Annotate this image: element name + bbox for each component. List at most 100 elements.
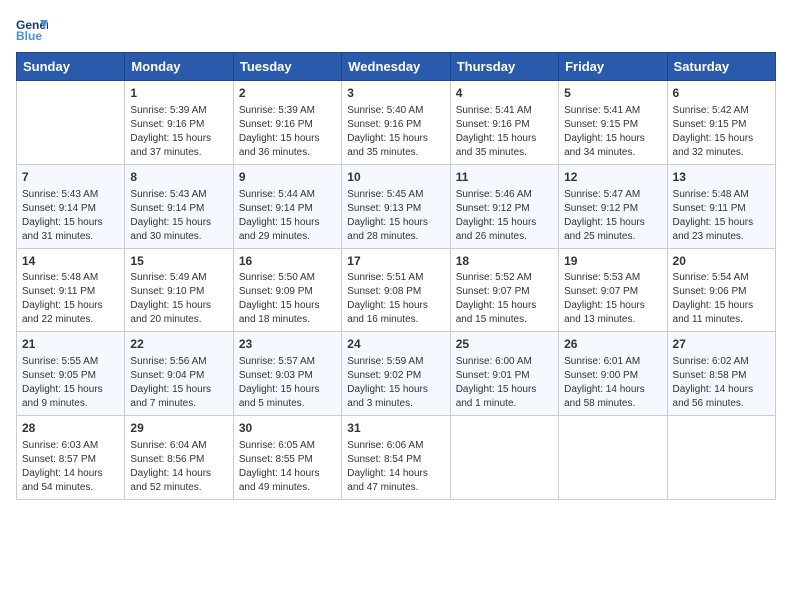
cell-info: Sunrise: 6:04 AM Sunset: 8:56 PM Dayligh…	[130, 439, 227, 495]
calendar-cell: 2 Sunrise: 5:39 AM Sunset: 9:16 PM Daylig…	[233, 81, 341, 165]
cell-info: Sunrise: 5:41 AM Sunset: 9:16 PM Dayligh…	[456, 104, 553, 160]
calendar-cell: 13 Sunrise: 5:48 AM Sunset: 9:11 PM Dayli…	[667, 164, 775, 248]
day-number: 1	[130, 85, 227, 102]
calendar-cell: 6Sunrise: 5:42 AM Sunset: 9:15 PM Daylig…	[667, 81, 775, 165]
day-number: 18	[456, 253, 553, 270]
calendar-cell: 24 Sunrise: 5:59 AM Sunset: 9:02 PM Dayli…	[342, 332, 450, 416]
cell-info: Sunrise: 5:53 AM Sunset: 9:07 PM Dayligh…	[564, 271, 661, 327]
calendar-cell: 23 Sunrise: 5:57 AM Sunset: 9:03 PM Dayli…	[233, 332, 341, 416]
calendar-cell: 19Sunrise: 5:53 AM Sunset: 9:07 PM Dayli…	[559, 248, 667, 332]
calendar-cell: 8Sunrise: 5:43 AM Sunset: 9:14 PM Daylig…	[125, 164, 233, 248]
day-number: 31	[347, 420, 444, 437]
calendar-cell: 9 Sunrise: 5:44 AM Sunset: 9:14 PM Daylig…	[233, 164, 341, 248]
day-number: 13	[673, 169, 770, 186]
cell-info: Sunrise: 5:49 AM Sunset: 9:10 PM Dayligh…	[130, 271, 227, 327]
cell-info: Sunrise: 5:47 AM Sunset: 9:12 PM Dayligh…	[564, 188, 661, 244]
cell-info: Sunrise: 5:39 AM Sunset: 9:16 PM Dayligh…	[130, 104, 227, 160]
logo: General Blue	[16, 16, 52, 44]
cell-info: Sunrise: 5:50 AM Sunset: 9:09 PM Dayligh…	[239, 271, 336, 327]
week-row-1: 1 Sunrise: 5:39 AM Sunset: 9:16 PM Daylig…	[17, 81, 776, 165]
day-number: 28	[22, 420, 119, 437]
day-number: 24	[347, 336, 444, 353]
header-cell-tuesday: Tuesday	[233, 53, 341, 81]
day-number: 26	[564, 336, 661, 353]
header-cell-sunday: Sunday	[17, 53, 125, 81]
day-number: 27	[673, 336, 770, 353]
calendar-cell: 14Sunrise: 5:48 AM Sunset: 9:11 PM Dayli…	[17, 248, 125, 332]
day-number: 21	[22, 336, 119, 353]
calendar-cell	[17, 81, 125, 165]
cell-info: Sunrise: 5:39 AM Sunset: 9:16 PM Dayligh…	[239, 104, 336, 160]
cell-info: Sunrise: 6:02 AM Sunset: 8:58 PM Dayligh…	[673, 355, 770, 411]
calendar-cell: 10 Sunrise: 5:45 AM Sunset: 9:13 PM Dayli…	[342, 164, 450, 248]
calendar-cell: 26Sunrise: 6:01 AM Sunset: 9:00 PM Dayli…	[559, 332, 667, 416]
calendar-cell: 22 Sunrise: 5:56 AM Sunset: 9:04 PM Dayli…	[125, 332, 233, 416]
calendar-cell: 11 Sunrise: 5:46 AM Sunset: 9:12 PM Dayli…	[450, 164, 558, 248]
calendar-cell: 3 Sunrise: 5:40 AM Sunset: 9:16 PM Daylig…	[342, 81, 450, 165]
day-number: 30	[239, 420, 336, 437]
day-number: 2	[239, 85, 336, 102]
calendar-cell: 20Sunrise: 5:54 AM Sunset: 9:06 PM Dayli…	[667, 248, 775, 332]
day-number: 4	[456, 85, 553, 102]
header-cell-monday: Monday	[125, 53, 233, 81]
logo-icon: General Blue	[16, 16, 48, 44]
day-number: 10	[347, 169, 444, 186]
calendar-cell: 16Sunrise: 5:50 AM Sunset: 9:09 PM Dayli…	[233, 248, 341, 332]
day-number: 9	[239, 169, 336, 186]
day-number: 5	[564, 85, 661, 102]
cell-info: Sunrise: 5:45 AM Sunset: 9:13 PM Dayligh…	[347, 188, 444, 244]
day-number: 23	[239, 336, 336, 353]
calendar-cell: 21 Sunrise: 5:55 AM Sunset: 9:05 PM Dayli…	[17, 332, 125, 416]
calendar-cell: 4 Sunrise: 5:41 AM Sunset: 9:16 PM Daylig…	[450, 81, 558, 165]
calendar-cell: 18Sunrise: 5:52 AM Sunset: 9:07 PM Dayli…	[450, 248, 558, 332]
calendar-cell	[667, 416, 775, 500]
calendar-cell: 12 Sunrise: 5:47 AM Sunset: 9:12 PM Dayli…	[559, 164, 667, 248]
calendar-cell: 7 Sunrise: 5:43 AM Sunset: 9:14 PM Daylig…	[17, 164, 125, 248]
cell-info: Sunrise: 6:03 AM Sunset: 8:57 PM Dayligh…	[22, 439, 119, 495]
header-cell-saturday: Saturday	[667, 53, 775, 81]
calendar-cell: 29 Sunrise: 6:04 AM Sunset: 8:56 PM Dayli…	[125, 416, 233, 500]
calendar-cell: 27 Sunrise: 6:02 AM Sunset: 8:58 PM Dayli…	[667, 332, 775, 416]
header-cell-wednesday: Wednesday	[342, 53, 450, 81]
cell-info: Sunrise: 5:59 AM Sunset: 9:02 PM Dayligh…	[347, 355, 444, 411]
cell-info: Sunrise: 5:48 AM Sunset: 9:11 PM Dayligh…	[673, 188, 770, 244]
cell-info: Sunrise: 6:00 AM Sunset: 9:01 PM Dayligh…	[456, 355, 553, 411]
cell-info: Sunrise: 5:55 AM Sunset: 9:05 PM Dayligh…	[22, 355, 119, 411]
calendar-cell: 17Sunrise: 5:51 AM Sunset: 9:08 PM Dayli…	[342, 248, 450, 332]
cell-info: Sunrise: 5:40 AM Sunset: 9:16 PM Dayligh…	[347, 104, 444, 160]
svg-text:Blue: Blue	[16, 29, 42, 43]
cell-info: Sunrise: 5:43 AM Sunset: 9:14 PM Dayligh…	[22, 188, 119, 244]
day-number: 25	[456, 336, 553, 353]
day-number: 29	[130, 420, 227, 437]
day-number: 20	[673, 253, 770, 270]
cell-info: Sunrise: 5:43 AM Sunset: 9:14 PM Dayligh…	[130, 188, 227, 244]
day-number: 3	[347, 85, 444, 102]
header-row: SundayMondayTuesdayWednesdayThursdayFrid…	[17, 53, 776, 81]
cell-info: Sunrise: 5:44 AM Sunset: 9:14 PM Dayligh…	[239, 188, 336, 244]
cell-info: Sunrise: 5:57 AM Sunset: 9:03 PM Dayligh…	[239, 355, 336, 411]
day-number: 19	[564, 253, 661, 270]
day-number: 22	[130, 336, 227, 353]
calendar-cell: 1 Sunrise: 5:39 AM Sunset: 9:16 PM Daylig…	[125, 81, 233, 165]
week-row-2: 7 Sunrise: 5:43 AM Sunset: 9:14 PM Daylig…	[17, 164, 776, 248]
cell-info: Sunrise: 5:48 AM Sunset: 9:11 PM Dayligh…	[22, 271, 119, 327]
page-header: General Blue	[16, 16, 776, 44]
cell-info: Sunrise: 5:46 AM Sunset: 9:12 PM Dayligh…	[456, 188, 553, 244]
header-cell-thursday: Thursday	[450, 53, 558, 81]
day-number: 11	[456, 169, 553, 186]
calendar-cell	[450, 416, 558, 500]
week-row-5: 28 Sunrise: 6:03 AM Sunset: 8:57 PM Dayli…	[17, 416, 776, 500]
calendar-cell: 5Sunrise: 5:41 AM Sunset: 9:15 PM Daylig…	[559, 81, 667, 165]
calendar-cell	[559, 416, 667, 500]
calendar-cell: 28 Sunrise: 6:03 AM Sunset: 8:57 PM Dayli…	[17, 416, 125, 500]
calendar-header: SundayMondayTuesdayWednesdayThursdayFrid…	[17, 53, 776, 81]
day-number: 16	[239, 253, 336, 270]
day-number: 12	[564, 169, 661, 186]
cell-info: Sunrise: 6:05 AM Sunset: 8:55 PM Dayligh…	[239, 439, 336, 495]
calendar-table: SundayMondayTuesdayWednesdayThursdayFrid…	[16, 52, 776, 500]
cell-info: Sunrise: 5:56 AM Sunset: 9:04 PM Dayligh…	[130, 355, 227, 411]
cell-info: Sunrise: 5:42 AM Sunset: 9:15 PM Dayligh…	[673, 104, 770, 160]
week-row-3: 14Sunrise: 5:48 AM Sunset: 9:11 PM Dayli…	[17, 248, 776, 332]
calendar-cell: 25 Sunrise: 6:00 AM Sunset: 9:01 PM Dayli…	[450, 332, 558, 416]
day-number: 7	[22, 169, 119, 186]
